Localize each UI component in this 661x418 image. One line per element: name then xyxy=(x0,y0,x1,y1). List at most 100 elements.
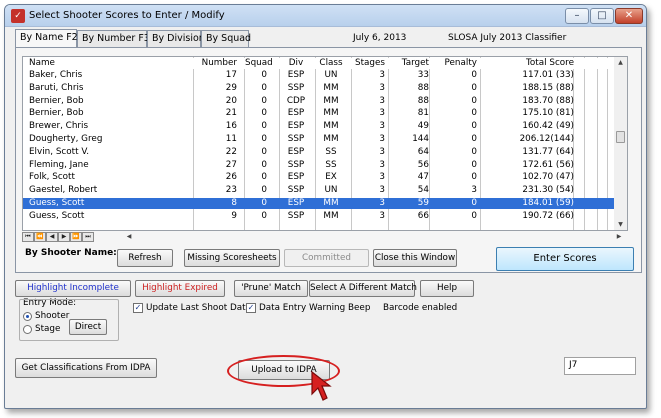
table-row[interactable]: Guess, Scott 8 0 ESP MM 3 59 0 184.01 (59) xyxy=(23,198,615,209)
table-row[interactable]: Fleming, Jane 27 0 SSP SS 3 56 0 172.61 (56) xyxy=(23,160,615,171)
nav-first-icon[interactable]: ⏮ xyxy=(22,232,34,242)
by-shooter-name-label: By Shooter Name: xyxy=(25,248,117,258)
table-cell: 88 xyxy=(417,95,429,106)
table-cell: 11 xyxy=(225,134,237,144)
table-cell: SS xyxy=(325,146,337,157)
close-window-button[interactable]: Close this Window xyxy=(373,249,457,267)
table-row[interactable]: Bernier, Bob 21 0 ESP MM 3 81 0 175.10 (81) xyxy=(23,108,615,119)
refresh-button[interactable]: Refresh xyxy=(117,249,173,267)
table-cell: 188.15 (88) xyxy=(522,82,574,93)
scroll-up-icon[interactable]: ▲ xyxy=(614,57,627,69)
table-cell: 3 xyxy=(379,134,385,144)
table-cell: 3 xyxy=(379,159,385,170)
tab-by-name[interactable]: By Name F2 xyxy=(15,29,78,48)
nav-next-page-icon[interactable]: ⏩ xyxy=(70,232,82,242)
table-row[interactable]: Brewer, Chris 16 0 ESP MM 3 49 0 160.42 (49) xyxy=(23,121,615,132)
table-cell: 3 xyxy=(379,95,385,106)
table-cell: 0 xyxy=(471,134,477,144)
table-row[interactable]: Baruti, Chris 29 0 SSP MM 3 88 0 188.15 (88) xyxy=(23,83,615,94)
nav-prev-page-icon[interactable]: ⏪ xyxy=(34,232,46,242)
table-cell: MM xyxy=(323,121,339,132)
column-header[interactable]: Target xyxy=(397,58,429,69)
table-cell: 3 xyxy=(379,82,385,93)
tab-panel: Name Number Squad Div Class Stages Target Penal… xyxy=(15,47,642,273)
nav-next-icon[interactable]: ▶ xyxy=(58,232,70,242)
table-cell: 0 xyxy=(261,70,267,80)
table-cell: Baker, Chris xyxy=(29,70,83,80)
table-row[interactable]: Dougherty, Greg 11 0 SSP MM 3 144 0 206.12(144) xyxy=(23,134,615,145)
close-button[interactable]: ✕ xyxy=(615,8,643,24)
table-cell: Folk, Scott xyxy=(29,172,75,183)
shooter-radio[interactable] xyxy=(23,312,32,321)
highlight-incomplete-button[interactable]: Highlight Incomplete xyxy=(15,280,131,297)
committed-button[interactable]: Committed xyxy=(284,249,369,267)
title-bar[interactable]: ✓ Select Shooter Scores to Enter / Modif… xyxy=(5,5,646,27)
highlight-expired-button[interactable]: Highlight Expired xyxy=(135,280,225,297)
table-row[interactable]: Baker, Chris 17 0 ESP UN 3 33 0 117.01 (33) xyxy=(23,70,615,81)
table-cell: SSP xyxy=(287,82,305,93)
table-cell: 3 xyxy=(379,172,385,183)
column-header[interactable]: Class xyxy=(319,58,343,69)
match-date: July 6, 2013 xyxy=(353,33,407,43)
tab-by-squad[interactable]: By Squad xyxy=(201,30,251,47)
minimize-button[interactable]: – xyxy=(565,8,589,24)
table-cell: Bernier, Bob xyxy=(29,108,84,119)
stage-radio-label: Stage xyxy=(35,324,61,334)
table-cell: Bernier, Bob xyxy=(29,95,84,106)
nav-prev-icon[interactable]: ◀ xyxy=(46,232,58,242)
table-cell: 0 xyxy=(261,172,267,183)
table-row[interactable]: Bernier, Bob 20 0 CDP MM 3 88 0 183.70 (88) xyxy=(23,96,615,107)
select-different-match-button[interactable]: Select A Different Match xyxy=(309,280,417,297)
table-cell: 0 xyxy=(471,198,477,208)
update-last-shoot-date-checkbox[interactable]: ✓ xyxy=(133,303,143,313)
table-cell: UN xyxy=(324,70,338,80)
tab-by-number[interactable]: By Number F3 xyxy=(77,30,150,47)
table-cell: SSP xyxy=(287,134,305,144)
scroll-right-icon[interactable]: ▶ xyxy=(614,232,624,242)
direct-button[interactable]: Direct xyxy=(69,319,107,335)
table-row[interactable]: Elvin, Scott V. 22 0 ESP SS 3 64 0 131.77 (64) xyxy=(23,147,615,158)
vertical-scrollbar[interactable]: ▲ ▼ xyxy=(614,56,628,231)
table-cell: 0 xyxy=(261,210,267,221)
table-cell: 0 xyxy=(471,210,477,221)
table-cell: CDP xyxy=(286,95,306,106)
table-cell: 0 xyxy=(261,134,267,144)
table-row[interactable]: Gaestel, Robert 23 0 SSP UN 3 54 3 231.30 (54) xyxy=(23,185,615,196)
tab-by-division[interactable]: By Division xyxy=(147,30,205,47)
table-cell: 0 xyxy=(261,121,267,132)
table-row[interactable]: Guess, Scott 9 0 SSP MM 3 66 0 190.72 (66) xyxy=(23,211,615,222)
table-cell: SSP xyxy=(287,159,305,170)
prune-match-button[interactable]: 'Prune' Match xyxy=(234,280,308,297)
help-button[interactable]: Help xyxy=(420,280,474,297)
table-cell: Gaestel, Robert xyxy=(29,185,98,196)
enter-scores-button[interactable]: Enter Scores xyxy=(496,247,634,271)
data-entry-warning-beep-checkbox[interactable]: ✓ xyxy=(246,303,256,313)
stage-radio[interactable] xyxy=(23,325,32,334)
scroll-thumb[interactable] xyxy=(616,131,625,143)
column-header[interactable]: Number xyxy=(199,58,237,69)
column-header[interactable]: Squad xyxy=(245,58,273,69)
table-row[interactable]: Folk, Scott 26 0 ESP EX 3 47 0 102.70 (47) xyxy=(23,172,615,183)
table-cell: 66 xyxy=(417,210,429,221)
scroll-down-icon[interactable]: ▼ xyxy=(614,219,627,231)
column-header[interactable]: Penalty xyxy=(441,58,477,69)
table-cell: MM xyxy=(323,95,339,106)
column-header[interactable]: Total Score xyxy=(486,58,574,69)
get-classifications-button[interactable]: Get Classifications From IDPA xyxy=(15,358,157,378)
table-cell: 22 xyxy=(225,146,237,157)
column-header[interactable]: Name xyxy=(29,58,179,69)
table-cell: 0 xyxy=(471,70,477,80)
maximize-button[interactable]: □ xyxy=(590,8,614,24)
missing-scoresheets-button[interactable]: Missing Scoresheets xyxy=(184,249,280,267)
table-cell: 102.70 (47) xyxy=(522,172,574,183)
scroll-left-icon[interactable]: ◀ xyxy=(124,232,134,242)
table-cell: 231.30 (54) xyxy=(522,185,574,196)
status-field[interactable]: J7 xyxy=(564,357,636,375)
table-cell: 23 xyxy=(225,185,237,196)
table-cell: Brewer, Chris xyxy=(29,121,89,132)
column-header[interactable]: Div xyxy=(282,58,310,69)
scores-grid[interactable]: Name Number Squad Div Class Stages Target Penal… xyxy=(22,56,626,231)
column-header[interactable]: Stages xyxy=(353,58,385,69)
app-window: ✓ Select Shooter Scores to Enter / Modif… xyxy=(4,4,647,409)
nav-last-icon[interactable]: ⏭ xyxy=(82,232,94,242)
